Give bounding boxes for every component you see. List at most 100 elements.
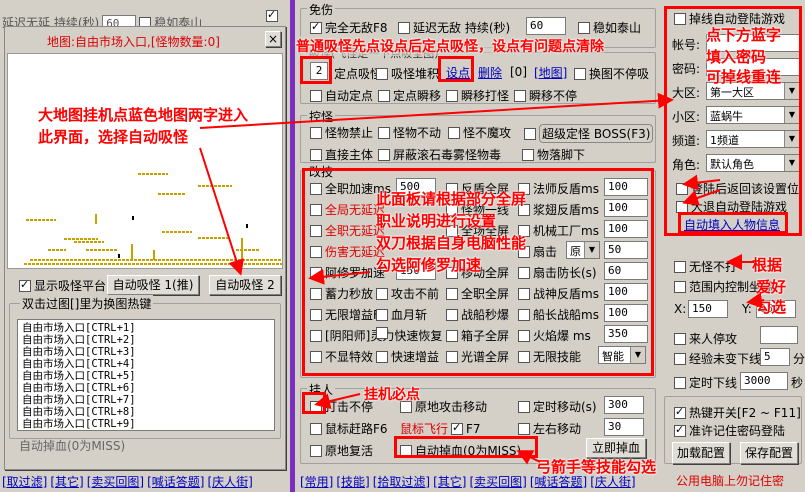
nav-link[interactable]: [技能] xyxy=(336,475,369,489)
auto-fix-option[interactable]: 自动定点 xyxy=(310,87,373,104)
mob-ban-checkbox[interactable] xyxy=(310,126,322,139)
nav-link[interactable]: [庆人街] xyxy=(208,475,253,489)
map-list-item[interactable]: 自由市场入口[CTRL+5] xyxy=(22,370,270,382)
delay-invincible-checkbox[interactable] xyxy=(398,21,410,34)
mob-feet-option[interactable]: 物落脚下 xyxy=(522,146,585,163)
blink-nonstop-checkbox[interactable] xyxy=(514,89,526,102)
blink-nonstop-option[interactable]: 瞬移不停 xyxy=(514,87,577,104)
map-list[interactable]: 自由市场入口[CTRL+1] 自由市场入口[CTRL+2] 自由市场入口[CTRL+… xyxy=(17,319,275,431)
mouse-path-checkbox[interactable] xyxy=(310,422,322,435)
come-stop-checkbox[interactable] xyxy=(674,332,686,345)
no-mob-checkbox[interactable] xyxy=(674,260,686,273)
save-config-button[interactable]: 保存配置 xyxy=(740,442,798,464)
mob-ban-option[interactable]: 怪物禁止 xyxy=(310,124,373,141)
fix-instant-option[interactable]: 定点瞬移 xyxy=(378,87,441,104)
mob-still-checkbox[interactable] xyxy=(378,126,390,139)
range-checkbox[interactable] xyxy=(674,280,686,293)
nav-link[interactable]: [拾取过滤] xyxy=(373,475,430,489)
nav-link[interactable]: [喊话答题] xyxy=(530,475,587,489)
drop-now-button[interactable]: 立即掉血 xyxy=(586,438,646,458)
blink-hit-option[interactable]: 瞬移打怪 xyxy=(446,87,509,104)
come-stop-input[interactable] xyxy=(760,326,798,344)
show-platform-option[interactable]: 显示吸怪平台 xyxy=(19,277,106,294)
x-input[interactable]: 150 xyxy=(688,300,728,318)
show-platform-checkbox[interactable] xyxy=(19,278,31,292)
nav-link[interactable]: [庆人街] xyxy=(590,475,635,489)
hotkey-checkbox[interactable] xyxy=(674,405,686,419)
nomove-checkbox[interactable] xyxy=(574,67,586,80)
stack-suck-checkbox[interactable] xyxy=(376,67,388,80)
exp-input[interactable]: 5 xyxy=(760,348,790,366)
no-mob-option[interactable]: 无怪不打 xyxy=(674,258,737,275)
blink-hit-checkbox[interactable] xyxy=(446,89,458,102)
left-bg-checkbox-top[interactable] xyxy=(266,8,278,22)
time-off-checkbox[interactable] xyxy=(674,376,686,389)
lr-move-input[interactable]: 30 xyxy=(604,418,644,436)
lr-move-checkbox[interactable] xyxy=(518,422,530,435)
delay-seconds-input[interactable]: 60 xyxy=(526,17,566,35)
delay-invincible-option[interactable]: 延迟无敌 持续(秒) xyxy=(398,19,510,36)
full-invincible-checkbox[interactable] xyxy=(310,20,322,34)
map-list-item[interactable]: 自由市场入口[CTRL+3] xyxy=(22,346,270,358)
map-list-item[interactable]: 自由市场入口[CTRL+9] xyxy=(22,418,270,430)
come-stop-option[interactable]: 来人停攻 xyxy=(674,330,737,347)
remember-checkbox[interactable] xyxy=(674,423,686,437)
nav-link[interactable]: [其它] xyxy=(433,475,466,489)
direct-body-checkbox[interactable] xyxy=(310,148,322,161)
point-count: [0] xyxy=(510,65,527,79)
delete-link[interactable]: 删除 xyxy=(478,64,502,81)
nav-link[interactable]: [常用] xyxy=(300,475,333,489)
revive-option[interactable]: 原地复活 xyxy=(310,442,373,459)
map-list-item[interactable]: 自由市场入口[CTRL+4] xyxy=(22,358,270,370)
nav-link[interactable]: [卖买回图] xyxy=(87,475,144,489)
mouse-fly-option[interactable]: 鼠标飞行F7 xyxy=(400,420,481,437)
mob-feet-checkbox[interactable] xyxy=(522,148,534,161)
nomove-option[interactable]: 换图不停吸 xyxy=(574,65,649,82)
full-invincible-option[interactable]: 完全无敌F8 xyxy=(310,19,388,36)
timed-move-checkbox[interactable] xyxy=(518,400,530,413)
auto-fix-checkbox[interactable] xyxy=(310,89,322,102)
time-off-input[interactable]: 3000 xyxy=(740,372,788,390)
map-list-item[interactable]: 自由市场入口[CTRL+6] xyxy=(22,382,270,394)
mouse-fly-checkbox[interactable] xyxy=(451,421,464,435)
super-fix-option[interactable]: 超级定怪 BOSS(F3) xyxy=(524,124,654,143)
map-list-item[interactable]: 自由市场入口[CTRL+7] xyxy=(22,394,270,406)
no-magic-option[interactable]: 怪不魔攻 xyxy=(448,124,511,141)
no-magic-checkbox[interactable] xyxy=(448,126,460,139)
auto-pull-1-button[interactable]: 自动吸怪 1(推) xyxy=(107,275,199,295)
nav-link[interactable]: [取过滤] xyxy=(2,475,47,489)
fix-suck-option[interactable]: 定点吸怪 xyxy=(334,65,382,82)
hotkey-option[interactable]: 热键开关[F2 ~ F11] xyxy=(674,404,801,421)
steady-option[interactable]: 稳如泰山 xyxy=(578,19,641,36)
map-list-item[interactable]: 自由市场入口[CTRL+2] xyxy=(22,334,270,346)
map-list-item[interactable]: 自由市场入口[CTRL+1] xyxy=(22,322,270,334)
exp-checkbox[interactable] xyxy=(674,352,686,365)
direct-body-option[interactable]: 直接主体 xyxy=(310,146,373,163)
annotation-skill-1: 此面板请根据部分全屏 xyxy=(376,190,527,208)
time-off-option[interactable]: 定时下线 xyxy=(674,374,737,391)
fix-instant-checkbox[interactable] xyxy=(378,89,390,102)
map-link[interactable]: [地图] xyxy=(534,64,567,81)
steady-checkbox[interactable] xyxy=(578,21,590,34)
revive-checkbox[interactable] xyxy=(310,444,322,457)
shield-poison-checkbox[interactable] xyxy=(378,148,390,161)
map-list-item[interactable]: 自由市场入口[CTRL+8] xyxy=(22,406,270,418)
mouse-path-option[interactable]: 鼠标赶路F6 xyxy=(310,420,388,437)
nav-link[interactable]: [卖买回图] xyxy=(470,475,527,489)
annotation-right-6: 勾选 xyxy=(756,298,787,316)
annotation-drop: 弓箭手等技能勾选 xyxy=(536,458,657,476)
mob-still-option[interactable]: 怪物不动 xyxy=(378,124,441,141)
shield-poison-option[interactable]: 屏蔽滚石毒雾怪物毒 xyxy=(378,146,501,163)
timed-move-input[interactable]: 300 xyxy=(604,396,644,414)
lr-move-option[interactable]: 左右移动 xyxy=(518,420,581,437)
nav-link[interactable]: [其它] xyxy=(50,475,83,489)
stack-suck-option[interactable]: 吸怪堆积 xyxy=(376,65,439,82)
nav-link[interactable]: [喊话答题] xyxy=(147,475,204,489)
remember-option[interactable]: 准许记住密码登陆 xyxy=(674,422,785,439)
highlight-setpoint xyxy=(438,56,474,82)
load-config-button[interactable]: 加载配置 xyxy=(672,442,730,464)
super-fix-checkbox[interactable] xyxy=(524,127,536,140)
timed-move-option[interactable]: 定时移动(s) xyxy=(518,398,597,415)
exp-option[interactable]: 经验未变下线 xyxy=(674,350,761,367)
auto-pull-2-button[interactable]: 自动吸怪 2 xyxy=(209,275,281,295)
